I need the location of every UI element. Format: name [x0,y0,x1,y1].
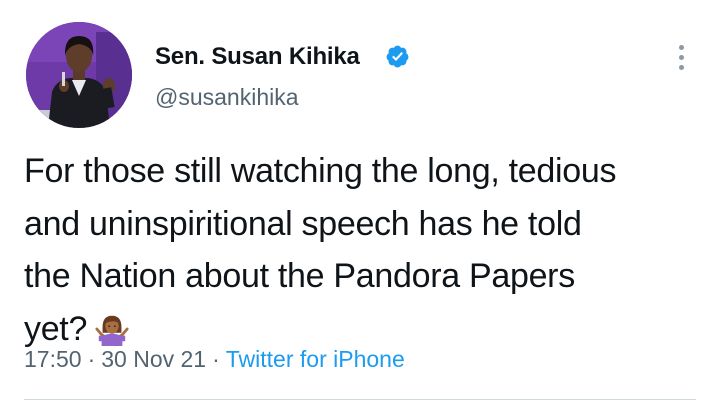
tweet-card: Sen. Susan Kihika @susankihika For those… [0,0,720,403]
tweet-text-line: yet? [24,309,88,348]
user-handle[interactable]: @susankihika [155,84,299,111]
tweet-text-line: and uninspiritional speech has he told [24,204,582,243]
tweet-source-link[interactable]: Twitter for iPhone [226,346,405,372]
tweet-meta: 17:50 · 30 Nov 21 · Twitter for iPhone [24,346,405,373]
meta-separator: · [87,346,96,372]
tweet-time[interactable]: 17:50 [24,346,82,372]
divider [24,399,696,400]
avatar[interactable] [26,22,132,128]
verified-badge-icon [386,45,409,68]
tweet-date[interactable]: 30 Nov 21 [101,346,206,372]
profile-photo-icon [26,22,132,128]
more-options-icon[interactable] [664,40,698,74]
woman-shrugging-emoji-icon [95,315,129,346]
tweet-text-line: the Nation about the Pandora Papers [24,257,575,295]
tweet-text-line: For those still watching the long, tedio… [24,152,617,190]
tweet-text: For those still watching the long, tedio… [24,145,714,355]
display-name[interactable]: Sen. Susan Kihika [155,43,360,71]
meta-separator: · [212,346,220,372]
